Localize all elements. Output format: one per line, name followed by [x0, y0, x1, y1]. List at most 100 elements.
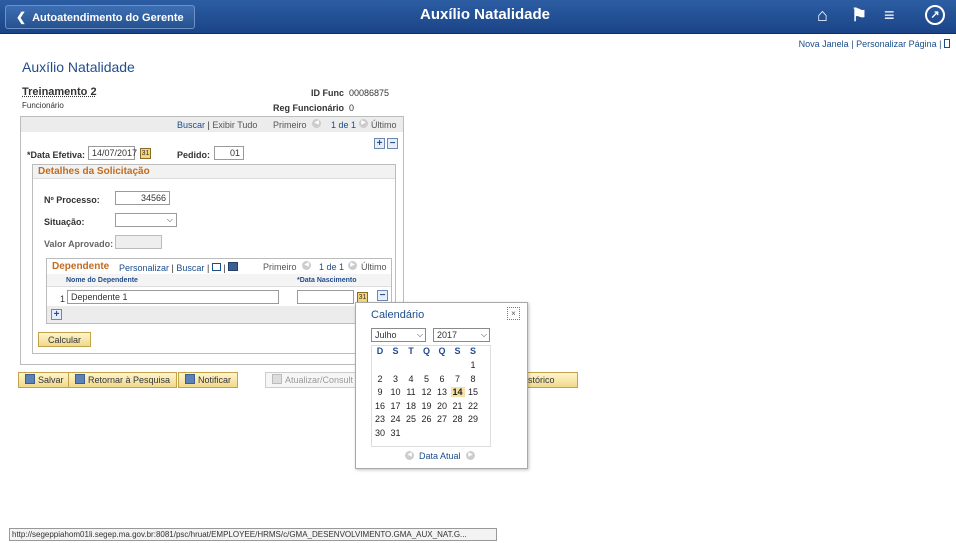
arrow-right-icon[interactable]: ▶: [348, 261, 357, 270]
delete-dependent-button[interactable]: −: [377, 290, 388, 301]
calendar-day[interactable]: 2: [373, 374, 387, 384]
year-value: 2017: [437, 330, 458, 340]
birth-date-field[interactable]: [297, 290, 354, 304]
calendar-day[interactable]: 23: [373, 414, 387, 424]
effective-date-field[interactable]: 14/07/2017: [88, 146, 137, 160]
dependents-footer: [47, 306, 391, 323]
arrow-left-icon[interactable]: ◀: [405, 451, 414, 460]
separator: |: [206, 263, 210, 273]
calendar-day[interactable]: 1: [466, 360, 480, 370]
calendar-day[interactable]: 8: [466, 374, 480, 384]
arrow-left-icon[interactable]: ◀: [302, 261, 311, 270]
add-row-button[interactable]: +: [374, 138, 385, 149]
calendar-day[interactable]: 24: [389, 414, 403, 424]
close-icon[interactable]: ×: [507, 307, 520, 320]
hamburger-menu-icon[interactable]: ≡: [884, 5, 895, 26]
dep-row-count: 1 de 1: [319, 262, 345, 272]
calendar-day[interactable]: 11: [404, 387, 418, 397]
calendar-day[interactable]: 25: [404, 414, 418, 424]
return-icon: [75, 374, 85, 384]
calendar-day[interactable]: 13: [435, 387, 449, 397]
arrow-right-icon[interactable]: ▶: [359, 119, 368, 128]
calendar-day[interactable]: 30: [373, 428, 387, 438]
calendar-day[interactable]: 9: [373, 387, 387, 397]
separator: |: [171, 263, 174, 273]
order-label: Pedido:: [177, 150, 210, 160]
calendar-day[interactable]: 22: [466, 401, 480, 411]
row-count: 1 de 1: [331, 120, 357, 130]
arrow-right-icon[interactable]: ▶: [466, 451, 475, 460]
weekday-header: S: [454, 346, 461, 356]
calendar-title: Calendário: [371, 309, 425, 321]
help-icon[interactable]: [944, 39, 950, 48]
calendar-day[interactable]: 29: [466, 414, 480, 424]
process-field[interactable]: 34566: [115, 191, 170, 205]
month-select[interactable]: Julho ⌵: [371, 328, 426, 342]
status-bar-url: http://segeppiahom01li.segep.ma.gov.br:8…: [9, 528, 497, 541]
calendar-day[interactable]: 15: [466, 387, 480, 397]
calendar-day[interactable]: 28: [451, 414, 465, 424]
personalize-link[interactable]: Personalizar: [119, 263, 169, 273]
first-label: Primeiro: [273, 120, 307, 130]
zoom-icon[interactable]: [211, 263, 221, 271]
calendar-day[interactable]: 26: [420, 414, 434, 424]
notify-label: Notificar: [198, 375, 232, 385]
back-button[interactable]: ❮ Autoatendimento do Gerente: [5, 5, 195, 29]
calculate-button[interactable]: Calcular: [38, 332, 91, 347]
page-title: Auxílio Natalidade: [22, 59, 135, 75]
dependent-name-field[interactable]: Dependente 1: [67, 290, 279, 304]
search-link[interactable]: Buscar: [177, 120, 205, 130]
calendar-day[interactable]: 19: [420, 401, 434, 411]
process-label: Nº Processo:: [44, 195, 100, 205]
calendar-day[interactable]: 31: [389, 428, 403, 438]
weekday-header: Q: [422, 346, 430, 356]
top-banner: ❮ Autoatendimento do Gerente Auxílio Nata…: [0, 0, 956, 34]
calendar-day[interactable]: 12: [420, 387, 434, 397]
delete-row-button[interactable]: −: [387, 138, 398, 149]
home-icon[interactable]: ⌂: [817, 5, 828, 26]
approved-field: [115, 235, 162, 249]
update-button: Atualizar/Consult: [265, 372, 359, 388]
status-select[interactable]: ⌵: [115, 213, 177, 227]
personalize-page-link[interactable]: Personalizar Página: [856, 39, 937, 49]
calendar-day[interactable]: 21: [451, 401, 465, 411]
calendar-day[interactable]: 6: [435, 374, 449, 384]
separator: |: [851, 39, 854, 49]
save-button[interactable]: Salvar: [18, 372, 71, 388]
grid-search-link[interactable]: Buscar: [176, 263, 204, 273]
order-field[interactable]: 01: [214, 146, 244, 160]
calendar-day[interactable]: 3: [389, 374, 403, 384]
details-title: Detalhes da Solicitação: [38, 166, 150, 177]
arrow-left-icon[interactable]: ◀: [312, 119, 321, 128]
calendar-day[interactable]: 27: [435, 414, 449, 424]
download-icon[interactable]: [228, 262, 239, 271]
calendar-day[interactable]: 18: [404, 401, 418, 411]
calendar-day[interactable]: 20: [435, 401, 449, 411]
calendar-day[interactable]: 5: [420, 374, 434, 384]
year-select[interactable]: 2017 ⌵: [433, 328, 490, 342]
chevron-down-icon: ⌵: [480, 330, 487, 339]
add-dependent-button[interactable]: +: [51, 309, 62, 320]
separator: |: [939, 39, 942, 49]
save-label: Salvar: [38, 375, 64, 385]
new-window-link[interactable]: Nova Janela: [799, 39, 849, 49]
calendar-day[interactable]: 16: [373, 401, 387, 411]
compass-icon[interactable]: ↗: [925, 5, 945, 25]
calendar-day[interactable]: 4: [404, 374, 418, 384]
employee-name: Treinamento 2: [22, 86, 97, 98]
calendar-icon[interactable]: 31: [140, 148, 151, 159]
calendar-day[interactable]: 17: [389, 401, 403, 411]
calendar-day[interactable]: 14: [450, 387, 465, 397]
calendar-day[interactable]: 10: [389, 387, 403, 397]
flag-icon[interactable]: ⚑: [851, 5, 867, 26]
return-to-search-button[interactable]: Retornar à Pesquisa: [68, 372, 178, 388]
notify-button[interactable]: Notificar: [178, 372, 239, 388]
calendar-day[interactable]: 7: [451, 374, 465, 384]
weekday-header: S: [392, 346, 399, 356]
dep-first-label: Primeiro: [263, 262, 297, 272]
col-name-header: Nome do Dependente: [66, 277, 138, 284]
current-date-link[interactable]: Data Atual: [419, 451, 461, 461]
show-all-link[interactable]: Exibir Tudo: [212, 120, 257, 130]
chevron-down-icon: ⌵: [416, 330, 423, 339]
approved-label: Valor Aprovado:: [44, 239, 114, 249]
